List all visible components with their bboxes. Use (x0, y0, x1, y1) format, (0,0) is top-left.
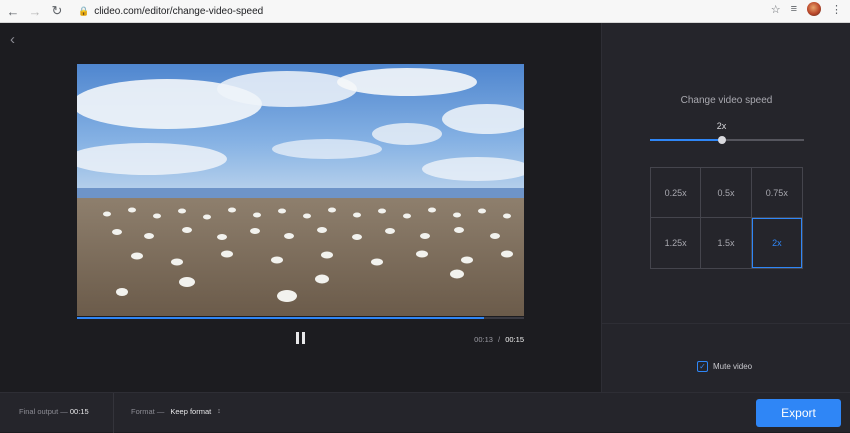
total-time: 00:15 (505, 335, 524, 344)
video-preview[interactable] (77, 64, 524, 316)
mute-checkbox[interactable]: ✓ (697, 361, 708, 372)
bottom-toolbar: Final output — 00:15 Format — Keep forma… (0, 392, 850, 433)
browser-actions: ☆ ≡ ⋮ (771, 2, 842, 16)
up-down-chevron-icon[interactable]: ↕ (217, 408, 221, 415)
speed-option-0-25x[interactable]: 0.25x (651, 168, 702, 218)
back-arrow-icon[interactable]: ← (4, 2, 22, 20)
lock-icon: 🔒 (78, 5, 90, 16)
speed-slider-fill (650, 139, 723, 141)
forward-arrow-icon[interactable]: → (26, 2, 44, 20)
speed-slider-thumb[interactable] (718, 136, 727, 144)
chevron-left-icon[interactable]: ‹ (10, 31, 24, 48)
format-selector[interactable]: Format — Keep format ↕ (131, 407, 221, 416)
current-speed-label: 2x (716, 121, 727, 131)
mute-video-label: Mute video (713, 362, 753, 371)
pause-icon-bar-right (301, 332, 305, 344)
pause-button[interactable] (293, 332, 307, 346)
speed-options-grid: 0.25x 0.5x 0.75x 1.25x 1.5x 2x (650, 167, 803, 269)
video-progress-bar[interactable] (77, 317, 524, 319)
video-progress-fill (77, 317, 484, 319)
footer-divider (113, 393, 114, 433)
final-output-value: 00:15 (69, 407, 89, 416)
editor-app: ‹ 00:13 / 00:15 Change video speed 2x 0.… (0, 23, 850, 433)
speed-slider[interactable] (650, 136, 804, 144)
reload-icon[interactable]: ↻ (48, 2, 66, 20)
final-output: Final output — 00:15 (19, 407, 89, 416)
avatar[interactable] (807, 2, 821, 16)
more-vert-icon[interactable]: ⋮ (831, 3, 842, 16)
playlist-icon[interactable]: ≡ (791, 3, 797, 15)
time-display: 00:13 / 00:15 (474, 335, 524, 344)
current-time: 00:13 (474, 335, 493, 344)
format-value[interactable]: Keep format (170, 407, 211, 416)
browser-toolbar: ← → ↻ 🔒 clideo.com/editor/change-video-s… (0, 0, 850, 23)
panel-divider (602, 323, 850, 324)
speed-settings-panel: Change video speed 2x 0.25x 0.5x 0.75x 1.25… (601, 23, 850, 392)
speed-option-1-25x[interactable]: 1.25x (651, 218, 702, 268)
mute-video-control[interactable]: ✓ Mute video (697, 361, 752, 372)
format-label: Format — (131, 407, 165, 416)
final-output-label: Final output — (19, 407, 68, 416)
star-icon[interactable]: ☆ (771, 3, 781, 16)
speed-option-0-5x[interactable]: 0.5x (701, 168, 752, 218)
pause-icon-bar-left (295, 332, 299, 344)
export-button[interactable]: Export (756, 399, 841, 427)
video-frame-image (77, 64, 524, 316)
panel-title: Change video speed (680, 95, 773, 106)
address-bar[interactable]: clideo.com/editor/change-video-speed (94, 6, 263, 17)
time-separator: / (498, 335, 501, 344)
speed-option-0-75x[interactable]: 0.75x (751, 168, 802, 218)
speed-option-1-5x[interactable]: 1.5x (701, 218, 752, 268)
speed-option-2x[interactable]: 2x (751, 218, 802, 268)
video-editor-area: ‹ 00:13 / 00:15 (0, 23, 601, 392)
